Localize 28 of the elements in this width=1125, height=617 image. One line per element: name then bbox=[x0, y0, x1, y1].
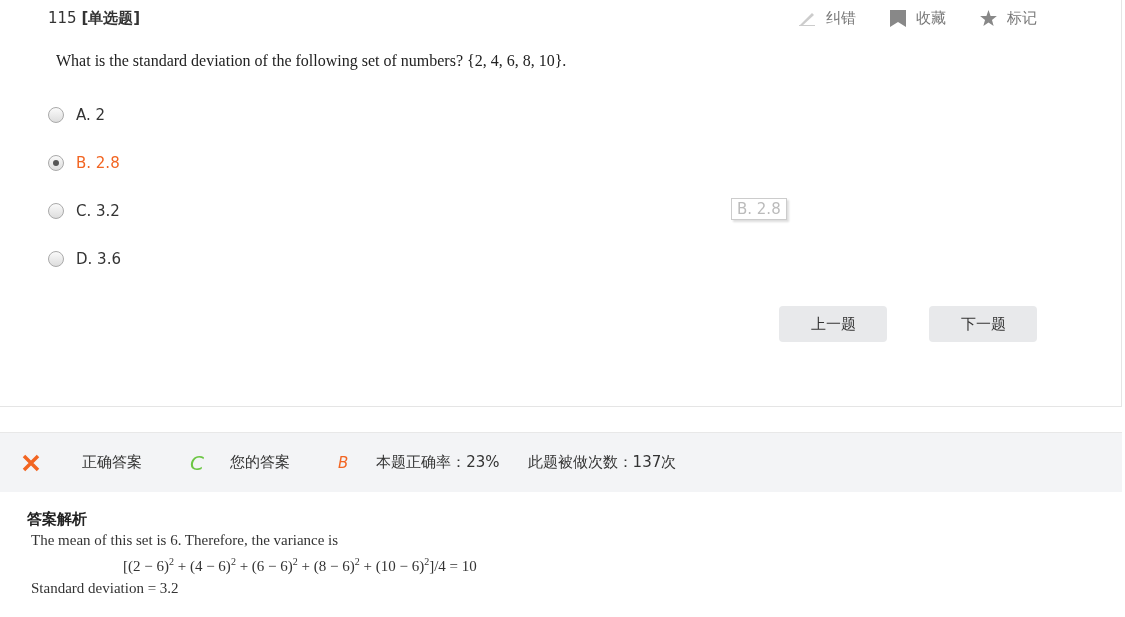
option-label[interactable]: C. 3.2 bbox=[76, 202, 120, 220]
tool-button[interactable]: 纠错 bbox=[798, 8, 856, 28]
option-label[interactable]: D. 3.6 bbox=[76, 250, 121, 268]
tool-button[interactable]: 标记 bbox=[980, 8, 1037, 28]
question-header: 115 [单选题] bbox=[48, 8, 141, 28]
question-text: What is the standard deviation of the following set of numbers? {2, 4, 6, 8, 10}. bbox=[56, 52, 568, 70]
your-answer: B bbox=[337, 453, 349, 472]
tool-button[interactable]: 收藏 bbox=[890, 8, 946, 28]
explanation-text: Standard deviation = 3.2 bbox=[31, 579, 180, 598]
explanation-text: The mean of this set is 6. Therefore, the variance is bbox=[31, 531, 340, 550]
previous-button[interactable]: 上一题 bbox=[779, 306, 887, 342]
radio-button[interactable] bbox=[48, 203, 64, 219]
correct-answer-label: 正确答案 bbox=[82, 453, 142, 472]
tooltip: B. 2.8 bbox=[731, 198, 787, 220]
your-answer-label: 您的答案 bbox=[229, 453, 290, 472]
explanation-title: 答案解析 bbox=[27, 510, 88, 529]
correct-answer: C bbox=[190, 450, 204, 475]
option-label[interactable]: A. 2 bbox=[76, 106, 106, 124]
attempts-text: 此题被做次数：137次 bbox=[527, 453, 677, 472]
star-icon bbox=[980, 10, 997, 26]
radio-button[interactable] bbox=[48, 251, 64, 267]
next-button[interactable]: 下一题 bbox=[929, 306, 1037, 342]
radio-button[interactable] bbox=[48, 107, 64, 123]
radio-button[interactable] bbox=[48, 155, 64, 171]
pencil-icon bbox=[798, 10, 816, 26]
accuracy-text: 本题正确率：23% bbox=[376, 453, 500, 472]
formula: [(2 − 6)$^{2}$ + (4 − 6)$^{2}$ + (6 − 6)$^{2}$ + (8 − 6)$^{2}$ + (10 − 6)$^{2}$]/4 = 10 bbox=[123, 555, 478, 576]
bookmark-icon bbox=[890, 9, 906, 27]
